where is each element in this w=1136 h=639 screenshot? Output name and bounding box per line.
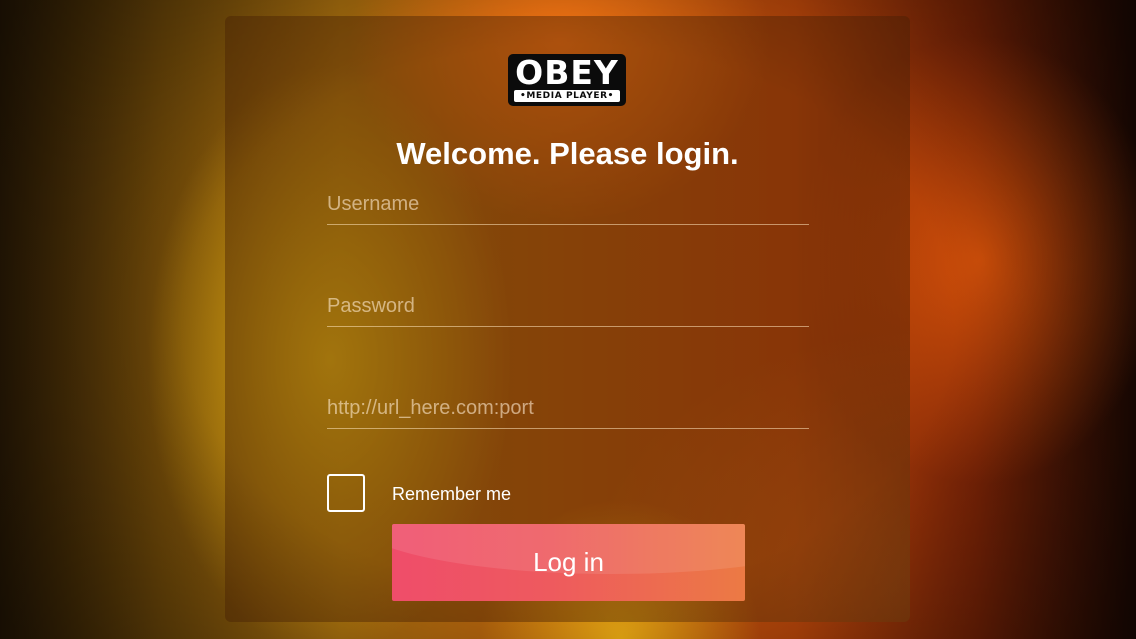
remember-me-checkbox[interactable] (327, 474, 365, 512)
logo-sub-text: •MEDIA PLAYER• (514, 90, 620, 102)
login-button-label: Log in (533, 547, 604, 577)
page-title: Welcome. Please login. (396, 136, 739, 171)
remember-me-label: Remember me (392, 484, 512, 504)
login-panel: OBEY •MEDIA PLAYER• Welcome. Please logi… (225, 16, 910, 622)
app-logo: OBEY •MEDIA PLAYER• (508, 54, 626, 106)
username-input[interactable] (327, 184, 809, 225)
server-url-input[interactable] (327, 388, 809, 429)
login-button[interactable]: Log in (392, 524, 745, 601)
password-input[interactable] (327, 286, 809, 327)
logo-main-text: OBEY (515, 53, 619, 92)
